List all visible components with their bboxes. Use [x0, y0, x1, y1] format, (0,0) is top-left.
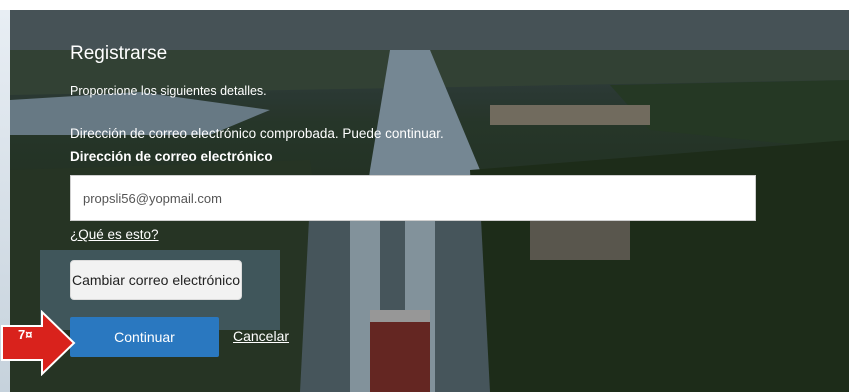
top-bar — [0, 0, 849, 10]
continue-button[interactable]: Continuar — [70, 317, 219, 357]
email-label: Dirección de correo electrónico — [70, 149, 273, 164]
cancel-link[interactable]: Cancelar — [233, 328, 289, 344]
step-arrow-icon — [1, 310, 76, 376]
step-number-badge: 7¤ — [18, 327, 32, 342]
email-field[interactable] — [70, 175, 756, 221]
intro-text: Proporcione los siguientes detalles. — [70, 84, 267, 98]
change-email-button[interactable]: Cambiar correo electrónico — [70, 260, 242, 300]
verified-message: Dirección de correo electrónico comproba… — [70, 126, 444, 141]
step-suffix: ¤ — [25, 327, 33, 342]
what-is-this-link[interactable]: ¿Qué es esto? — [70, 227, 159, 242]
page-title: Registrarse — [70, 43, 168, 64]
